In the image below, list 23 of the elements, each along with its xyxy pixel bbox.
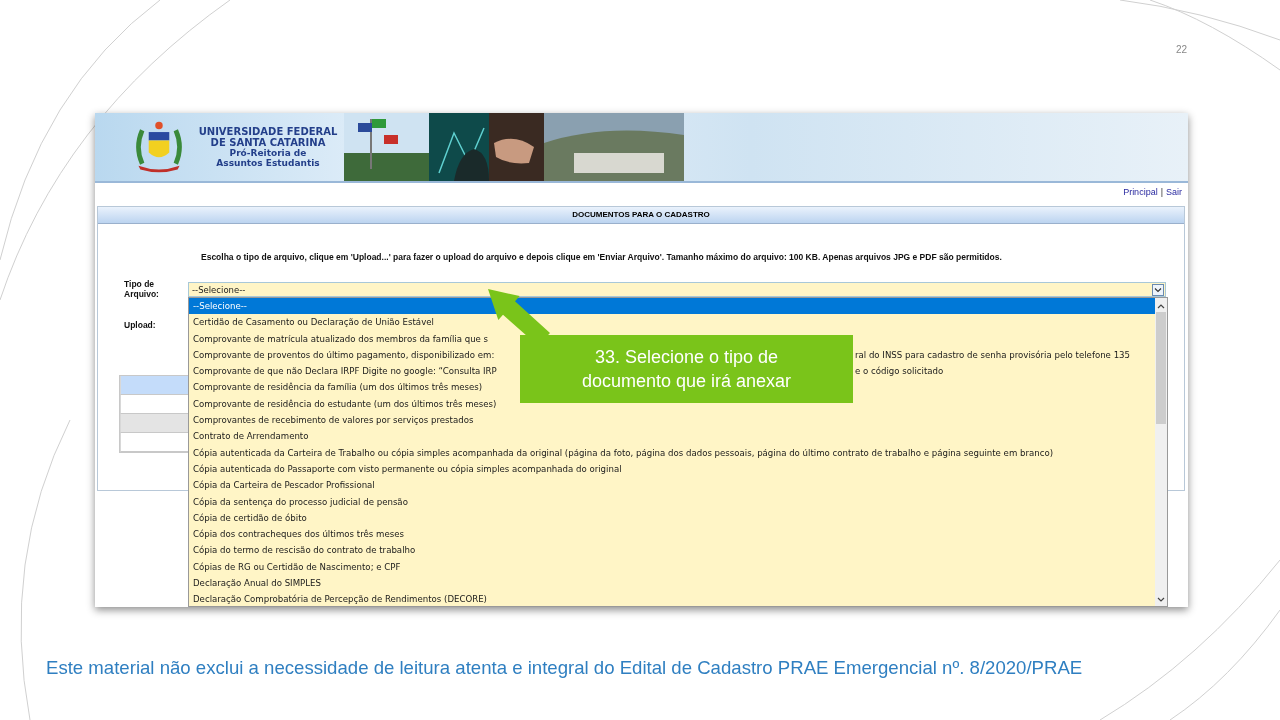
file-type-select[interactable]: --Selecione--: [188, 282, 1166, 297]
option-text-fragment: e o código solicitado: [855, 365, 944, 379]
file-type-label: Tipo de Arquivo:: [124, 279, 160, 299]
instructions-text: Escolha o tipo de arquivo, clique em 'Upload...' para fazer o upload do arquivo e depois clique em 'Enviar Arquivo'. Tamanho máximo do arquivo: 100 KB. Apenas arquivos JPG e PDF são permitidos.: [201, 252, 1003, 262]
sair-link[interactable]: Sair: [1166, 187, 1182, 201]
option-text-fragment: ral do INSS para cadastro de senha provisória pelo telefone 135: [855, 348, 1131, 362]
dropdown-caret-icon: [1152, 283, 1164, 296]
institution-name: UNIVERSIDADE FEDERAL: [197, 126, 339, 137]
upload-label: Upload:: [124, 320, 157, 330]
scrollbar-thumb[interactable]: [1156, 312, 1166, 424]
principal-link[interactable]: Principal: [1123, 187, 1158, 201]
dropdown-option[interactable]: --Selecione--: [189, 298, 1155, 315]
panel-title: DOCUMENTOS PARA O CADASTRO: [98, 207, 1184, 224]
link-separator: |: [1160, 187, 1163, 199]
department-name: Pró-Reitoria de: [228, 148, 308, 158]
scroll-down-icon[interactable]: [1156, 596, 1166, 604]
footer-note: Este material não exclui a necessidade de leitura atenta e integral do Edital de Cadastro PRAE Emergencial nº. 8/2020/PRAE: [46, 657, 1083, 679]
department-name: Assuntos Estudantis: [215, 158, 321, 168]
page-number: 22: [1175, 44, 1187, 55]
scrollbar[interactable]: [1155, 298, 1167, 606]
institution-name: DE SANTA CATARINA: [209, 137, 327, 148]
callout-text: documento que irá anexar: [581, 370, 792, 393]
scroll-up-icon[interactable]: [1156, 302, 1166, 310]
